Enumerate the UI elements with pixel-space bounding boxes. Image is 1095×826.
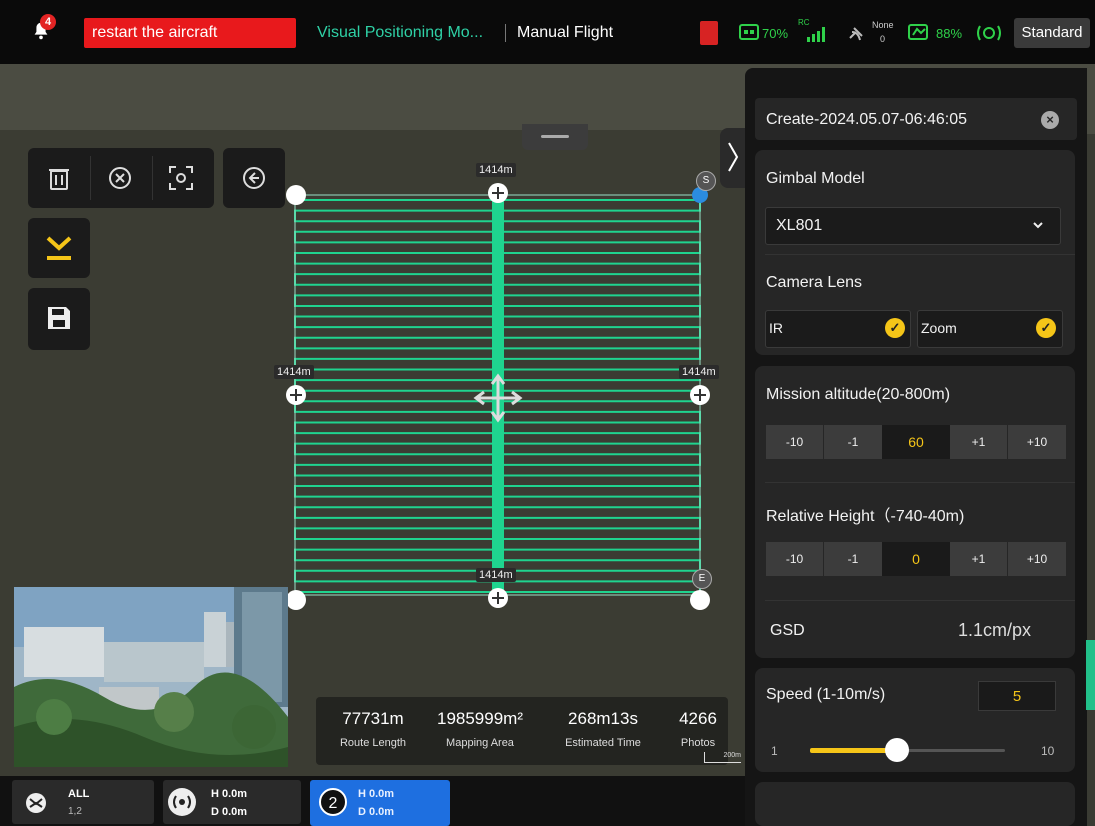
route-length-value: 77731m — [342, 709, 404, 728]
divider — [765, 254, 1075, 255]
mapping-area-label: Mapping Area — [446, 737, 514, 749]
flight-mode-standard-button[interactable]: Standard — [1014, 18, 1090, 48]
more-settings-card — [755, 782, 1075, 826]
mission-name: Create-2024.05.07-06:46:05 — [766, 111, 968, 128]
altitude-plus-10-button[interactable]: +10 — [1008, 425, 1066, 459]
relative-height-value[interactable]: 0 — [882, 542, 950, 576]
start-marker: S — [696, 171, 716, 191]
relative-plus-1-button[interactable]: +1 — [950, 542, 1007, 576]
mapping-route[interactable] — [285, 180, 715, 610]
satellite-icon — [849, 27, 863, 41]
chevron-down-icon — [1033, 222, 1043, 229]
notification-badge: 4 — [40, 14, 56, 30]
relative-height-label: Relative Height（-740-40m) — [766, 508, 965, 525]
altitude-minus-1-button[interactable]: -1 — [824, 425, 882, 459]
divider — [90, 156, 91, 200]
divider — [765, 482, 1075, 483]
distance-label-left: 1414m — [274, 365, 314, 379]
mapping-area-value: 1985999m² — [436, 709, 523, 728]
alert-banner[interactable]: restart the aircraft — [84, 18, 296, 48]
device-all-label: ALL — [68, 788, 90, 800]
camera-feed[interactable] — [14, 587, 288, 767]
gnss-count: 0 — [880, 34, 886, 44]
back-arrow-icon — [241, 166, 267, 196]
divider — [505, 24, 506, 42]
check-icon: ✓ — [885, 318, 905, 338]
lens-ir-label: IR — [769, 320, 783, 336]
cancel-icon[interactable] — [103, 166, 137, 196]
flight-mode[interactable]: Manual Flight — [517, 24, 613, 42]
device-1-distance: D 0.0m — [211, 806, 248, 818]
distance-label-right: 1414m — [679, 365, 719, 379]
mission-stats-panel — [316, 697, 728, 765]
speed-slider-thumb[interactable] — [884, 738, 909, 762]
delete-icon[interactable] — [42, 165, 76, 197]
mission-altitude-stepper: -10 -1 60 +1 +10 — [766, 425, 1066, 459]
relative-minus-1-button[interactable]: -1 — [824, 542, 882, 576]
device-all-ids: 1,2 — [68, 806, 82, 817]
divider — [152, 156, 153, 200]
relative-plus-10-button[interactable]: +10 — [1008, 542, 1066, 576]
divider — [765, 600, 1075, 601]
side-indicator — [1086, 640, 1095, 710]
drone-battery: 88% — [936, 26, 963, 41]
corner-handle — [286, 590, 306, 610]
relative-minus-10-button[interactable]: -10 — [766, 542, 823, 576]
sd-card-icon — [700, 21, 718, 45]
photos-value: 4266 — [679, 709, 717, 728]
estimated-time-value: 268m13s — [568, 709, 638, 728]
edge-add-handle — [488, 588, 508, 608]
gimbal-model-value: XL801 — [776, 217, 823, 234]
signal-bars-icon — [807, 27, 825, 42]
map-scale: 200m — [704, 752, 741, 763]
save-icon — [46, 305, 72, 336]
speed-min-label: 1 — [771, 744, 778, 758]
altitude-minus-10-button[interactable]: -10 — [766, 425, 823, 459]
distance-label-top: 1414m — [476, 163, 516, 177]
mission-altitude-value[interactable]: 60 — [882, 425, 950, 459]
gsd-value: 1.1cm/px — [958, 620, 1032, 640]
speed-slider-fill — [810, 748, 897, 753]
obstacle-sensing-icon[interactable] — [976, 20, 1002, 46]
edge-add-handle — [286, 385, 306, 405]
photos-label: Photos — [680, 737, 716, 749]
device-2-distance: D 0.0m — [358, 806, 395, 818]
lens-zoom-label: Zoom — [921, 320, 957, 336]
speed-max-label: 10 — [1041, 744, 1055, 758]
corner-handle — [286, 185, 306, 205]
chevron-right-icon — [728, 142, 739, 172]
positioning-mode[interactable]: Visual Positioning Mo... — [317, 24, 483, 42]
camera-lens-label: Camera Lens — [766, 274, 863, 291]
fit-view-icon[interactable] — [164, 165, 198, 197]
rc-icon — [739, 24, 759, 40]
gsd-label: GSD — [770, 622, 805, 639]
distance-label-bottom: 1414m — [476, 568, 516, 582]
edge-add-handle — [690, 385, 710, 405]
estimated-time-label: Estimated Time — [565, 737, 641, 749]
speed-label: Speed (1-10m/s) — [766, 686, 886, 703]
device-1-height: H 0.0m — [211, 788, 248, 800]
relative-height-stepper: -10 -1 0 +1 +10 — [766, 542, 1066, 576]
device-2-height: H 0.0m — [358, 788, 395, 800]
move-handle-icon — [473, 373, 523, 423]
clear-icon[interactable]: × — [1041, 111, 1059, 129]
corner-handle — [690, 590, 710, 610]
gimbal-model-label: Gimbal Model — [766, 170, 865, 187]
gnss-status: None — [872, 20, 894, 30]
drone-signal-icon — [168, 788, 196, 816]
route-length-label: Route Length — [339, 737, 407, 749]
drag-handle-bar — [541, 135, 569, 138]
mission-altitude-label: Mission altitude(20-800m) — [766, 386, 951, 403]
device-2-number: 2 — [319, 788, 347, 816]
rc-battery: 70% — [762, 26, 789, 41]
end-marker: E — [692, 569, 712, 589]
drones-all-icon — [26, 793, 46, 813]
check-icon: ✓ — [1036, 318, 1056, 338]
altitude-plus-1-button[interactable]: +1 — [950, 425, 1007, 459]
edge-add-handle — [488, 183, 508, 203]
speed-input[interactable]: 5 — [978, 681, 1056, 711]
takeoff-icon — [44, 232, 74, 269]
drone-battery-icon — [908, 24, 928, 40]
